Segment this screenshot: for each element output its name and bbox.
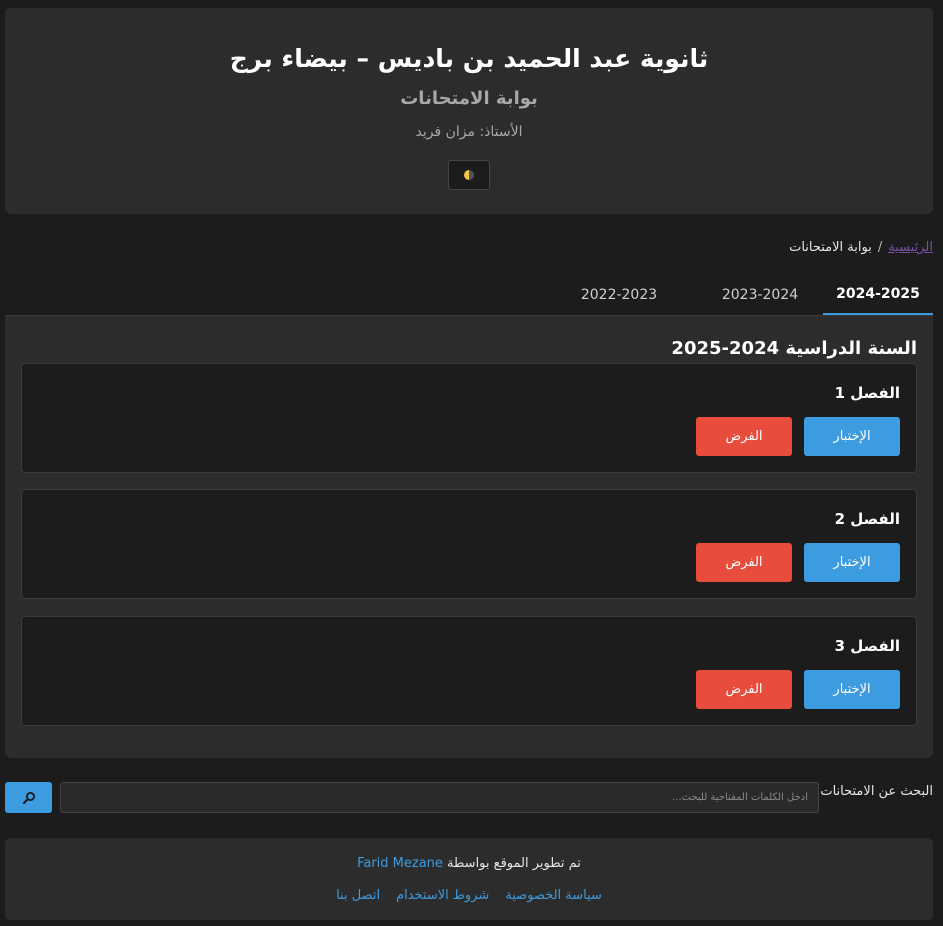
term-card-3: الفصل 3 الإختبار الفرض bbox=[21, 616, 917, 726]
exam-button[interactable]: الإختبار bbox=[804, 417, 900, 456]
term-title: الفصل 1 bbox=[834, 384, 900, 402]
developer-link[interactable]: Farid Mezane bbox=[357, 856, 443, 871]
year-tabs: 2024-2025 2023-2024 2022-2023 bbox=[5, 275, 933, 316]
tab-2024-2025[interactable]: 2024-2025 bbox=[823, 275, 933, 315]
search-input[interactable] bbox=[60, 782, 819, 813]
site-header: ثانوية عبد الحميد بن باديس – بيضاء برج ب… bbox=[5, 8, 933, 214]
theme-toggle-button[interactable] bbox=[448, 160, 490, 190]
portal-title: بوابة الامتحانات bbox=[400, 88, 538, 109]
contact-us-link[interactable]: اتصل بنا bbox=[336, 888, 380, 903]
site-footer: تم تطوير الموقع بواسطة Farid Mezane سياس… bbox=[5, 838, 933, 920]
year-panel: السنة الدراسية 2024-2025 الفصل 1 الإختبا… bbox=[5, 316, 933, 758]
search-button[interactable] bbox=[5, 782, 52, 813]
privacy-policy-link[interactable]: سياسة الخصوصية bbox=[505, 888, 602, 903]
terms-of-use-link[interactable]: شروط الاستخدام bbox=[396, 888, 489, 903]
year-title: السنة الدراسية 2024-2025 bbox=[671, 338, 917, 359]
exam-button[interactable]: الإختبار bbox=[804, 543, 900, 582]
footer-links: سياسة الخصوصية شروط الاستخدام اتصل بنا bbox=[5, 888, 933, 903]
teacher-name: الأستاذ: مزان فريد bbox=[415, 124, 523, 140]
search-label: البحث عن الامتحانات bbox=[820, 784, 933, 799]
tab-2022-2023[interactable]: 2022-2023 bbox=[564, 275, 674, 315]
term-title: الفصل 2 bbox=[834, 510, 900, 528]
search-icon bbox=[22, 791, 35, 804]
term-title: الفصل 3 bbox=[834, 637, 900, 655]
breadcrumb: الرئيسية / بوابة الامتحانات bbox=[789, 240, 933, 255]
test-button[interactable]: الفرض bbox=[696, 670, 792, 709]
credit-prefix: تم تطوير الموقع بواسطة bbox=[447, 856, 581, 871]
footer-credit: تم تطوير الموقع بواسطة Farid Mezane bbox=[5, 856, 933, 871]
tab-2023-2024[interactable]: 2023-2024 bbox=[705, 275, 815, 315]
school-name: ثانوية عبد الحميد بن باديس – بيضاء برج bbox=[229, 44, 709, 73]
test-button[interactable]: الفرض bbox=[696, 417, 792, 456]
exam-button[interactable]: الإختبار bbox=[804, 670, 900, 709]
breadcrumb-current: بوابة الامتحانات bbox=[789, 240, 872, 255]
breadcrumb-separator: / bbox=[877, 240, 883, 255]
theme-icon bbox=[464, 170, 474, 180]
breadcrumb-home-link[interactable]: الرئيسية bbox=[888, 240, 933, 255]
test-button[interactable]: الفرض bbox=[696, 543, 792, 582]
term-card-1: الفصل 1 الإختبار الفرض bbox=[21, 363, 917, 473]
term-card-2: الفصل 2 الإختبار الفرض bbox=[21, 489, 917, 599]
